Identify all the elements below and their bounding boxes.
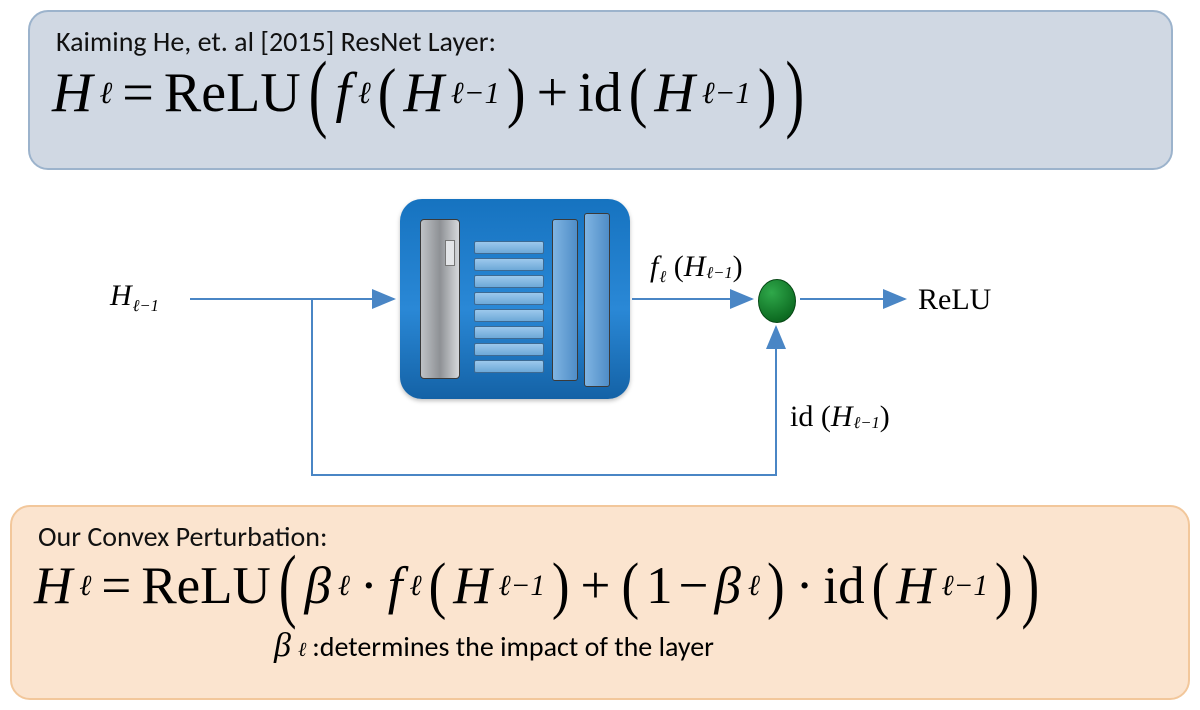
label-relu: ReLU — [918, 283, 991, 317]
lparen-med2: ( — [628, 59, 649, 126]
b-op-dot1: · — [356, 560, 382, 613]
stack-bar — [474, 292, 544, 305]
b-op-plus: + — [577, 560, 615, 613]
stack-bar — [474, 343, 544, 356]
b-sym-H2: H — [453, 560, 491, 613]
perturbation-footnote: βℓ :determines the impact of the layer — [274, 627, 1166, 665]
rparen-med: ) — [506, 59, 527, 126]
b-sub-ellm1: ℓ−1 — [498, 572, 545, 601]
footnote-beta: β — [274, 627, 291, 665]
stack-bar — [474, 326, 544, 339]
b-rparen-m2: ) — [766, 555, 786, 619]
sym-H-in: H — [110, 279, 132, 312]
footnote-text: :determines the impact of the layer — [312, 629, 714, 664]
b-rparen-m3: ) — [994, 555, 1014, 619]
rparen-big: ) — [784, 50, 807, 137]
resnet-formula: Hℓ = ReLU ( fℓ ( Hℓ−1 ) + id ( Hℓ−1 ) ) — [52, 65, 1149, 121]
layer-stack — [474, 241, 544, 373]
sub-H-id: ℓ−1 — [853, 413, 880, 432]
rparen-id: ) — [880, 400, 890, 433]
stack-bar — [474, 241, 544, 254]
resnet-panel: Kaiming He, et. al [2015] ResNet Layer: … — [28, 10, 1173, 170]
b-lparen-big: ( — [277, 545, 299, 627]
b-sym-beta2: β — [714, 560, 740, 613]
sum-node — [758, 279, 796, 323]
sym-H3: H — [654, 65, 694, 121]
label-input: Hℓ−1 — [110, 279, 159, 316]
op-eq: = — [118, 65, 158, 121]
perturbation-title: Our Convex Perturbation: — [38, 519, 1166, 554]
sym-H2: H — [403, 65, 443, 121]
b-op-dot2: · — [792, 560, 818, 613]
b-sym-beta1: β — [305, 560, 331, 613]
b-fn-id: id — [823, 560, 864, 613]
b-op-minus: − — [679, 560, 709, 613]
label-f: fℓ (Hℓ−1) — [650, 250, 743, 287]
sym-H-id: H — [831, 400, 853, 433]
lparen-med: ( — [377, 59, 398, 126]
layer-panel-a — [552, 219, 578, 381]
b-sub-f: ℓ — [408, 572, 421, 601]
fn-relu: ReLU — [164, 65, 301, 121]
b-rparen-big: ) — [1020, 545, 1042, 627]
rparen-f: ) — [733, 250, 743, 283]
label-id: id (Hℓ−1) — [790, 400, 890, 437]
layer-panel-b — [584, 213, 610, 387]
stack-bar — [474, 309, 544, 322]
slab-window — [445, 240, 455, 266]
b-sym-H: H — [34, 560, 72, 613]
sub-ellm1: ℓ−1 — [450, 78, 500, 109]
b-sub-b1: ℓ — [337, 572, 350, 601]
stack-bar — [474, 258, 544, 271]
lparen-big: ( — [307, 50, 330, 137]
fn-id: id — [578, 65, 622, 121]
rparen-med2: ) — [757, 59, 778, 126]
stack-bar — [474, 275, 544, 288]
sub-ell: ℓ — [98, 78, 112, 109]
sub-ellm1b: ℓ−1 — [701, 78, 751, 109]
op-plus: + — [533, 65, 573, 121]
b-sym-H3: H — [896, 560, 934, 613]
lparen-f: ( — [674, 250, 684, 283]
b-sub-b2: ℓ — [747, 572, 760, 601]
sub-H-f: ℓ−1 — [705, 263, 732, 282]
b-sub-ell: ℓ — [78, 572, 91, 601]
layer-block — [400, 199, 630, 399]
sym-f: f — [335, 65, 351, 121]
b-rparen-m1: ) — [551, 555, 571, 619]
sub-f-d: ℓ — [658, 267, 666, 286]
b-sub-ellm1b: ℓ−1 — [941, 572, 988, 601]
sym-H: H — [52, 65, 92, 121]
fn-id-d: id — [790, 400, 813, 433]
perturbation-panel: Our Convex Perturbation: Hℓ = ReLU ( βℓ … — [10, 505, 1190, 700]
stack-bar — [474, 360, 544, 373]
b-one: 1 — [646, 560, 673, 613]
perturbation-formula: Hℓ = ReLU ( βℓ · fℓ ( Hℓ−1 ) + (1 − βℓ) … — [34, 560, 1166, 613]
resnet-diagram: Hℓ−1 fℓ (Hℓ−1) id (Hℓ−1) ReLU — [0, 185, 1200, 495]
b-fn-relu: ReLU — [141, 560, 271, 613]
resnet-title: Kaiming He, et. al [2015] ResNet Layer: — [56, 24, 1149, 59]
b-lparen-m2: ( — [620, 555, 640, 619]
lparen-id: ( — [821, 400, 831, 433]
sym-H-f: H — [684, 250, 706, 283]
sub-ell-f: ℓ — [357, 78, 371, 109]
b-op-eq: = — [97, 560, 135, 613]
b-lparen-m3: ( — [871, 555, 891, 619]
layer-slab — [420, 219, 460, 379]
b-lparen-m1: ( — [428, 555, 448, 619]
footnote-sub: ℓ — [297, 639, 306, 662]
sub-H-in: ℓ−1 — [132, 296, 159, 315]
b-sym-f: f — [388, 560, 403, 613]
